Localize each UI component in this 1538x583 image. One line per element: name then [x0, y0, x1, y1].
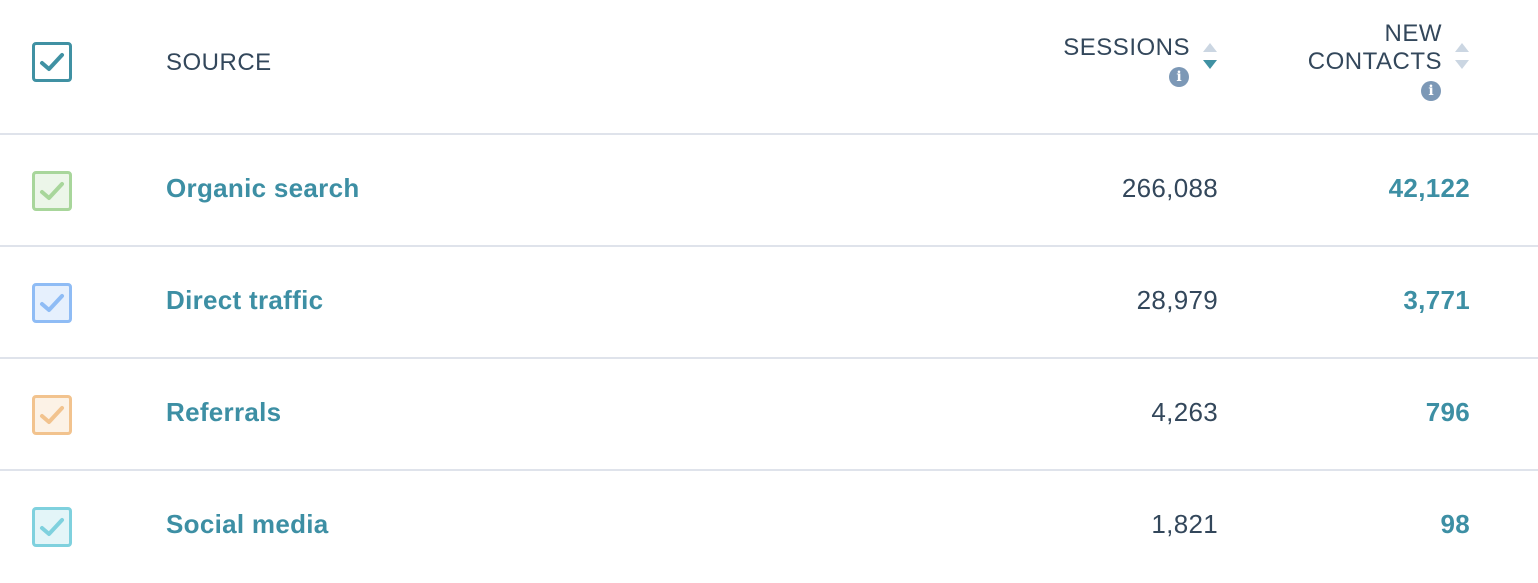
table-header: SOURCE SESSIONS i NEW CONTACTS i — [0, 0, 1538, 135]
source-column-header: SOURCE — [166, 49, 272, 76]
checkmark-icon — [40, 294, 64, 312]
new-contacts-header-line2: CONTACTS — [1307, 48, 1442, 75]
row-checkbox[interactable] — [32, 395, 72, 435]
table-row: Organic search 266,088 42,122 — [0, 135, 1538, 247]
sessions-sort-arrows-icon[interactable] — [1203, 43, 1217, 69]
new-contacts-info-icon[interactable]: i — [1421, 81, 1441, 101]
checkmark-icon — [40, 406, 64, 424]
sort-ascending-icon — [1203, 43, 1217, 52]
checkmark-icon — [40, 182, 64, 200]
new-contacts-sort-arrows-icon[interactable] — [1455, 43, 1469, 69]
new-contacts-link[interactable]: 3,771 — [1403, 285, 1470, 316]
table-row: Social media 1,821 98 — [0, 471, 1538, 583]
source-link[interactable]: Organic search — [166, 173, 360, 204]
new-contacts-header-line1: NEW — [1384, 20, 1442, 47]
new-contacts-link[interactable]: 98 — [1440, 509, 1470, 540]
row-checkbox[interactable] — [32, 283, 72, 323]
sort-ascending-icon — [1455, 43, 1469, 52]
table-row: Direct traffic 28,979 3,771 — [0, 247, 1538, 359]
new-contacts-link[interactable]: 42,122 — [1389, 173, 1470, 204]
sessions-value: 4,263 — [1151, 397, 1218, 427]
sort-descending-icon — [1455, 60, 1469, 69]
sessions-info-icon[interactable]: i — [1169, 67, 1189, 87]
source-link[interactable]: Direct traffic — [166, 285, 323, 316]
row-checkbox[interactable] — [32, 507, 72, 547]
source-link[interactable]: Social media — [166, 509, 329, 540]
sort-descending-icon — [1203, 60, 1217, 69]
checkmark-icon — [40, 518, 64, 536]
sessions-value: 266,088 — [1121, 173, 1218, 203]
new-contacts-link[interactable]: 796 — [1426, 397, 1470, 428]
row-checkbox[interactable] — [32, 171, 72, 211]
source-link[interactable]: Referrals — [166, 397, 281, 428]
sessions-value: 28,979 — [1136, 285, 1218, 315]
sources-table: SOURCE SESSIONS i NEW CONTACTS i Organic… — [0, 0, 1538, 576]
select-all-checkbox[interactable] — [32, 42, 72, 82]
new-contacts-column-header[interactable]: NEW CONTACTS — [1308, 20, 1442, 76]
sessions-value: 1,821 — [1151, 509, 1218, 539]
table-row: Referrals 4,263 796 — [0, 359, 1538, 471]
sessions-header-label: SESSIONS — [1063, 34, 1190, 61]
sessions-column-header[interactable]: SESSIONS — [1063, 34, 1190, 62]
checkmark-icon — [40, 53, 64, 71]
